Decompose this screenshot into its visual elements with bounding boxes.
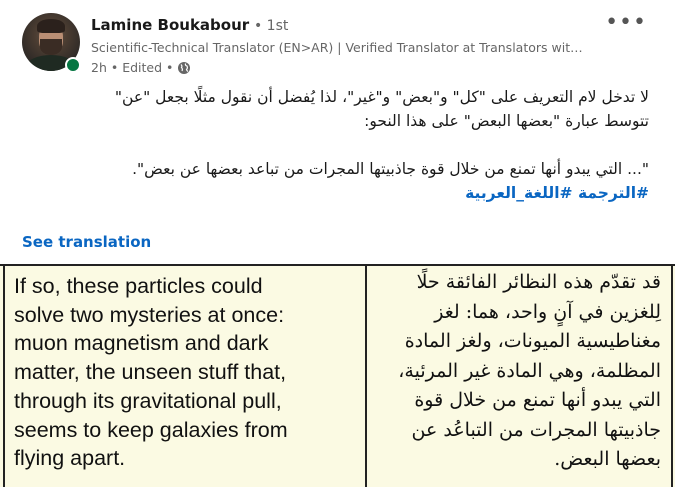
globe-icon (177, 61, 191, 75)
arabic-column: قد تقدّم هذه النظائر الفائقة حلًا لِلغزي… (367, 266, 673, 487)
english-line: seems to keep galaxies from (14, 417, 288, 442)
post-text: لا تدخل لام التعريف على "كل" و"بعض" و"غي… (29, 85, 649, 205)
post-image[interactable]: If so, these particles could solve two m… (0, 264, 675, 487)
arabic-line: المظلمة، وهي المادة غير المرئية، (398, 359, 661, 382)
arabic-line: لِلغزين في آنٍ واحد، هما: لغز (434, 300, 661, 323)
author-name[interactable]: Lamine Boukabour (91, 16, 249, 34)
english-line: solve two mysteries at once: (14, 302, 285, 327)
arabic-line: جاذبيتها المجرات من التباعُد عن (411, 418, 662, 441)
post-text-line: تتوسط عبارة "بعضها البعض" على هذا النحو: (364, 112, 649, 130)
online-status-dot (65, 57, 81, 73)
post-time: 2h • Edited • (91, 60, 174, 75)
english-line: matter, the unseen stuff that, (14, 360, 287, 385)
post-meta: 2h • Edited • (91, 60, 191, 75)
arabic-line: قد تقدّم هذه النظائر الفائقة حلًا (416, 271, 661, 293)
post-text-line: لا تدخل لام التعريف على "كل" و"بعض" و"غي… (114, 88, 649, 106)
arabic-line: بعضها البعض. (554, 448, 661, 470)
english-line: through its gravitational pull, (14, 388, 282, 413)
more-options-icon[interactable]: ••• (605, 10, 647, 35)
post-header: Lamine Boukabour • 1st Scientific-Techni… (0, 0, 675, 82)
english-line: flying apart. (14, 446, 126, 471)
author-avatar[interactable] (22, 13, 81, 73)
hashtags[interactable]: #الترجمة #اللغة_العربية (29, 181, 649, 205)
arabic-line: مغناطيسية الميونات، ولغز المادة (404, 330, 661, 352)
english-column: If so, these particles could solve two m… (3, 266, 367, 487)
english-line: muon magnetism and dark (14, 331, 269, 356)
arabic-line: التي يبدو أنها تمنع من خلال قوة (414, 389, 661, 411)
see-translation-link[interactable]: See translation (22, 233, 151, 251)
author-headline[interactable]: Scientific-Technical Translator (EN>AR) … (91, 40, 583, 55)
english-line: If so, these particles could (14, 274, 263, 298)
author-name-line: Lamine Boukabour • 1st (91, 16, 288, 34)
connection-degree: • 1st (253, 18, 289, 34)
post-text-line: "... التي يبدو أنها تمنع من خلال قوة جاذ… (132, 160, 649, 178)
